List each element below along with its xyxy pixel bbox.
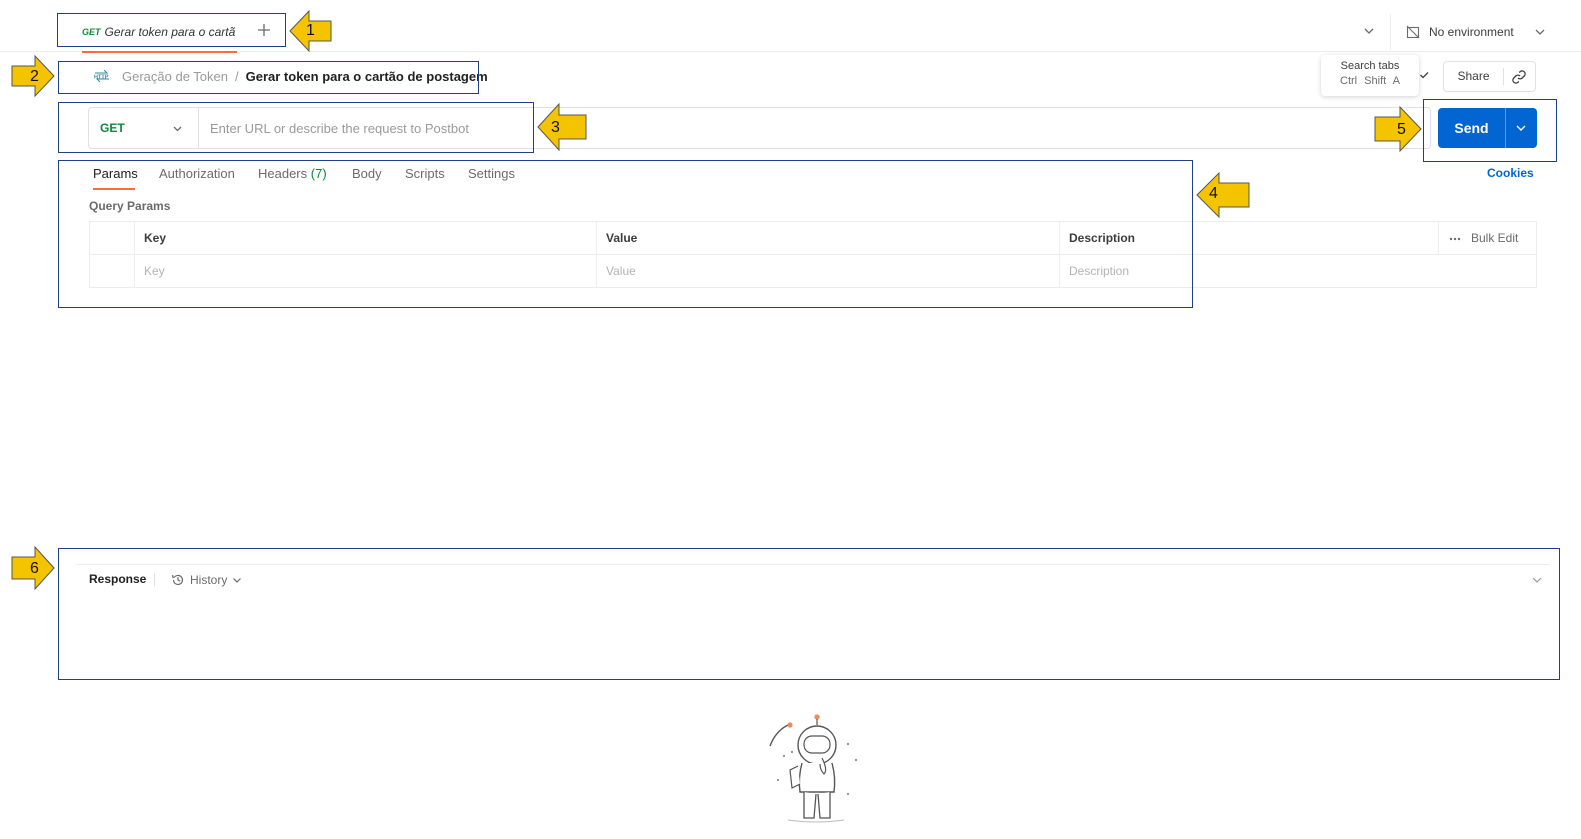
share-group: Share [1443,61,1536,92]
cookies-link[interactable]: Cookies [1487,166,1534,180]
annotation-arrow-6: 6 [11,546,55,590]
annotation-label-5: 5 [1397,121,1406,138]
chevron-down-icon [1535,29,1545,35]
tabs-menu-chevron-down-icon[interactable] [1362,24,1376,38]
divider [1438,222,1439,255]
environment-selector[interactable]: No environment [1405,24,1546,40]
annotation-arrow-2: 2 [11,55,55,97]
annotation-label-3: 3 [551,119,560,136]
no-environment-icon [1406,25,1420,39]
more-options-icon[interactable] [1449,237,1461,241]
annotation-label-6: 6 [30,560,39,577]
share-button[interactable]: Share [1444,62,1503,91]
annotation-arrow-5: 5 [1374,106,1422,152]
astronaut-illustration [769,714,857,823]
checkmark-icon [1420,72,1429,79]
divider [1503,68,1504,85]
annotation-label-1: 1 [306,22,315,39]
annotation-box-4 [58,160,1193,308]
copy-link-icon[interactable] [1511,69,1527,85]
tooltip-title: Search tabs [1340,60,1400,72]
tooltip-shortcut: Ctrl Shift A [1340,75,1400,87]
annotation-arrow-3: 3 [537,103,587,151]
environment-label: No environment [1429,25,1514,39]
annotation-label-2: 2 [30,68,39,85]
annotation-box-5 [1423,99,1557,162]
annotation-box-1 [57,13,286,47]
annotation-label-4: 4 [1209,185,1218,202]
annotation-box-2 [58,61,479,94]
active-tab-indicator [82,51,237,53]
search-tabs-tooltip: Search tabs Ctrl Shift A [1321,55,1419,96]
annotation-arrow-4: 4 [1196,172,1250,218]
bulk-edit-button[interactable]: Bulk Edit [1449,222,1518,255]
annotation-arrow-1: 1 [289,10,332,52]
divider [1390,14,1391,50]
annotation-box-3 [58,102,534,153]
bulk-edit-label: Bulk Edit [1471,231,1519,245]
annotation-box-6 [58,548,1560,680]
